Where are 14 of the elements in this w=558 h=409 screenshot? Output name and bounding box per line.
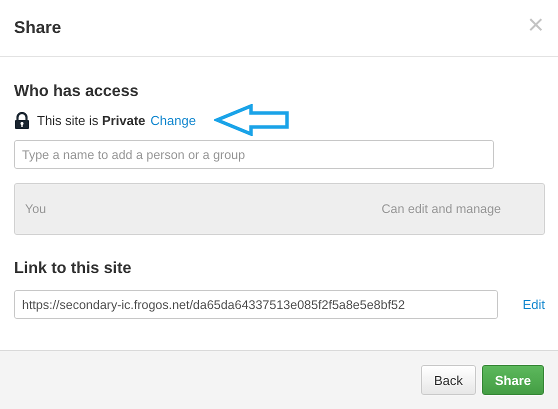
arrow-annotation-icon [214,104,290,136]
member-permission: Can edit and manage [381,202,501,216]
url-field[interactable]: https://secondary-ic.frogos.net/da65da64337513e085f2f5a8e5e8bf52 [14,290,498,319]
section-heading: Link to this site [14,260,132,278]
privacy-status: This site is Private [37,113,146,128]
section-heading: Who has access [14,83,140,101]
add-person-field[interactable]: Type a name to add a person or a group [14,140,494,169]
change-link[interactable]: Change [150,113,196,128]
member-name: You [25,202,46,216]
share-button[interactable]: Share [482,365,544,395]
edit-link[interactable]: Edit [522,297,545,312]
dialog-title: Share [14,18,62,38]
back-button[interactable]: Back [420,365,476,395]
lock-icon [14,112,30,129]
